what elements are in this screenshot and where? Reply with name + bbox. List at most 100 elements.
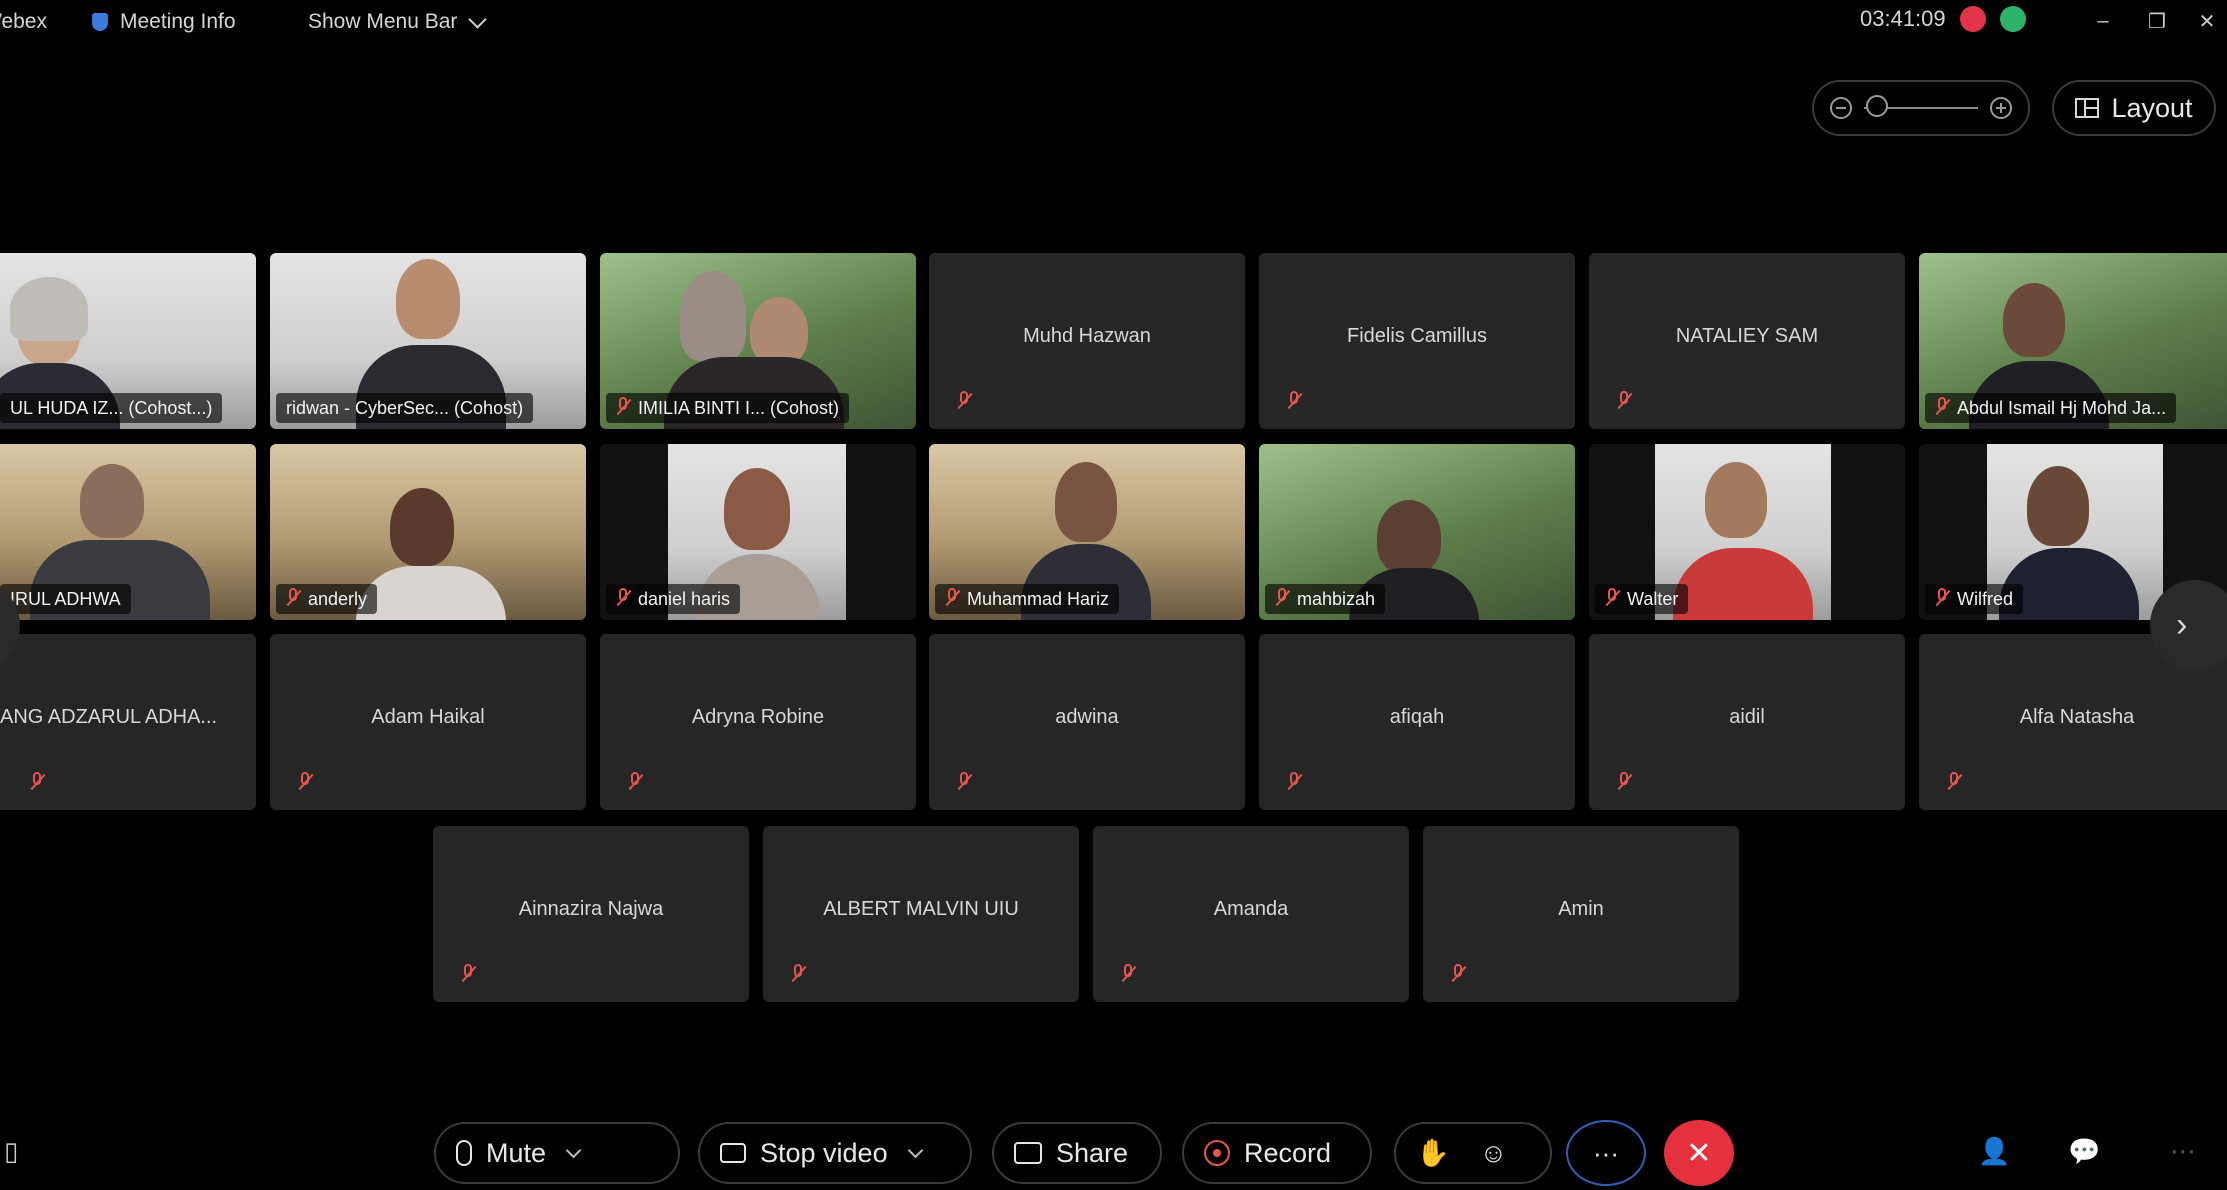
app-name: Webex bbox=[0, 10, 47, 33]
participant-tile[interactable]: NATALIEY SAM bbox=[1589, 253, 1905, 429]
participant-tile[interactable]: afiqah bbox=[1259, 634, 1575, 810]
participant-tile[interactable]: UL HUDA IZ... (Cohost...) bbox=[0, 253, 256, 429]
muted-mic-icon bbox=[1275, 588, 1289, 610]
stop-video-button[interactable]: Stop video bbox=[698, 1122, 972, 1184]
microphone-icon bbox=[456, 1140, 472, 1166]
participant-tile[interactable]: Adam Haikal bbox=[270, 634, 586, 810]
show-menu-bar-label: Show Menu Bar bbox=[308, 10, 458, 33]
participant-tile[interactable]: Amanda bbox=[1093, 826, 1409, 1002]
chevron-down-icon bbox=[468, 9, 488, 29]
restore-button[interactable]: ❐ bbox=[2140, 6, 2174, 36]
muted-mic-icon bbox=[1935, 588, 1949, 610]
participant-name: NATALIEY SAM bbox=[1675, 325, 1819, 347]
participants-icon[interactable]: 👤 bbox=[1978, 1136, 2010, 1167]
participant-tile[interactable]: ridwan - CyberSec... (Cohost) bbox=[270, 253, 586, 429]
minimize-button[interactable]: – bbox=[2086, 6, 2120, 36]
participant-name: IRUL ADHWA bbox=[10, 588, 121, 609]
raise-hand-icon[interactable]: ✋ bbox=[1416, 1137, 1450, 1169]
chevron-down-icon[interactable] bbox=[907, 1142, 923, 1158]
chevron-down-icon[interactable] bbox=[565, 1142, 582, 1158]
participant-name: Muhammad Hariz bbox=[967, 588, 1110, 609]
participant-tile[interactable]: IMILIA BINTI I... (Cohost) bbox=[600, 253, 916, 429]
participant-name: Amin bbox=[1558, 898, 1604, 920]
participant-tile[interactable]: Ainnazira Najwa bbox=[433, 826, 749, 1002]
participant-name-label: IMILIA BINTI I... (Cohost) bbox=[606, 393, 850, 423]
participant-tile[interactable]: ALBERT MALVIN UIU bbox=[763, 826, 1079, 1002]
participant-tile[interactable]: aidil bbox=[1589, 634, 1905, 810]
participant-name: UL HUDA IZ... (Cohost...) bbox=[10, 397, 213, 418]
participant-tile[interactable]: Abdul Ismail Hj Mohd Ja... bbox=[1919, 253, 2227, 429]
participant-tile[interactable]: Adryna Robine bbox=[600, 634, 916, 810]
participant-name-label: Wilfred bbox=[1925, 584, 2024, 614]
participant-name: ANG ADZARUL ADHA... bbox=[0, 706, 218, 728]
participant-tile[interactable]: Walter bbox=[1589, 444, 1905, 620]
share-label: Share bbox=[1056, 1137, 1129, 1168]
reactions-icon[interactable]: ☺ bbox=[1480, 1138, 1508, 1169]
zoom-slider-handle[interactable] bbox=[1866, 95, 1888, 117]
mute-button[interactable]: Mute bbox=[434, 1122, 680, 1184]
participant-name-label: daniel haris bbox=[606, 584, 741, 614]
muted-mic-icon bbox=[461, 964, 475, 986]
status-area: 03:41:09 bbox=[1860, 6, 2026, 32]
participant-name: IMILIA BINTI I... (Cohost) bbox=[638, 397, 840, 418]
record-button[interactable]: Record bbox=[1182, 1122, 1372, 1184]
participant-tile[interactable]: Muhd Hazwan bbox=[929, 253, 1245, 429]
muted-mic-icon bbox=[1617, 772, 1631, 794]
muted-mic-icon bbox=[30, 772, 44, 794]
show-menu-bar-button[interactable]: Show Menu Bar bbox=[308, 9, 488, 34]
camera-icon bbox=[720, 1143, 746, 1163]
layout-button[interactable]: Layout bbox=[2052, 80, 2216, 136]
chevron-right-icon: › bbox=[2176, 605, 2188, 644]
muted-mic-icon bbox=[298, 772, 312, 794]
muted-mic-icon bbox=[1617, 391, 1631, 413]
muted-mic-icon bbox=[628, 772, 642, 794]
participant-name: Adam Haikal bbox=[371, 706, 485, 728]
end-meeting-button[interactable]: ✕ bbox=[1664, 1120, 1734, 1186]
participant-tile[interactable]: adwina bbox=[929, 634, 1245, 810]
participant-name-label: Walter bbox=[1595, 584, 1689, 614]
participant-tile[interactable]: ANG ADZARUL ADHA... bbox=[0, 634, 256, 810]
share-button[interactable]: Share bbox=[992, 1122, 1162, 1184]
participant-name: mahbizah bbox=[1297, 588, 1376, 609]
participant-name-label: Abdul Ismail Hj Mohd Ja... bbox=[1925, 393, 2177, 423]
chat-icon[interactable]: 💬 bbox=[2068, 1136, 2100, 1167]
muted-mic-icon bbox=[945, 588, 959, 610]
participant-tile[interactable]: mahbizah bbox=[1259, 444, 1575, 620]
zoom-in-icon[interactable] bbox=[1990, 97, 2012, 119]
participant-name: ALBERT MALVIN UIU bbox=[823, 898, 1019, 920]
zoom-slider[interactable] bbox=[1864, 95, 1978, 117]
participant-tile[interactable]: Fidelis Camillus bbox=[1259, 253, 1575, 429]
meeting-info-button[interactable]: Meeting Info bbox=[92, 10, 236, 34]
title-bar: Webex Meeting Info Show Menu Bar 03:41:0… bbox=[0, 0, 2227, 48]
participant-name: ridwan - CyberSec... (Cohost) bbox=[286, 397, 524, 418]
participant-tile[interactable]: Muhammad Hariz bbox=[929, 444, 1245, 620]
muted-mic-icon bbox=[1287, 772, 1301, 794]
muted-mic-icon bbox=[1451, 964, 1465, 986]
participant-name: Walter bbox=[1627, 588, 1679, 609]
participant-tile[interactable]: IRUL ADHWA bbox=[0, 444, 256, 620]
stop-video-label: Stop video bbox=[760, 1137, 888, 1168]
connection-indicator-icon bbox=[1999, 6, 2026, 32]
close-window-button[interactable]: ✕ bbox=[2190, 6, 2224, 36]
participant-tile[interactable]: anderly bbox=[270, 444, 586, 620]
more-panels-icon[interactable]: ⋯ bbox=[2170, 1136, 2196, 1167]
participant-name: Adryna Robine bbox=[691, 706, 825, 728]
participant-name: adwina bbox=[1055, 706, 1119, 728]
record-label: Record bbox=[1244, 1137, 1332, 1168]
participant-name-label: Muhammad Hariz bbox=[935, 584, 1120, 614]
participant-name: afiqah bbox=[1389, 706, 1445, 728]
participant-name: Muhd Hazwan bbox=[1023, 325, 1151, 347]
participant-name: Amanda bbox=[1213, 898, 1289, 920]
zoom-out-icon[interactable] bbox=[1830, 97, 1852, 119]
meeting-timer: 03:41:09 bbox=[1860, 6, 1946, 31]
recording-indicator-icon bbox=[1959, 6, 1986, 32]
participant-name-label: ridwan - CyberSec... (Cohost) bbox=[276, 393, 534, 423]
zoom-control[interactable] bbox=[1812, 80, 2030, 136]
panel-toggle-icon[interactable]: ▯ bbox=[4, 1136, 18, 1167]
participant-name: Fidelis Camillus bbox=[1346, 325, 1488, 347]
participant-tile[interactable]: Amin bbox=[1423, 826, 1739, 1002]
meeting-info-label: Meeting Info bbox=[120, 10, 236, 33]
more-options-button[interactable]: ··· bbox=[1566, 1120, 1646, 1186]
participant-tile[interactable]: daniel haris bbox=[600, 444, 916, 620]
muted-mic-icon bbox=[286, 588, 300, 610]
